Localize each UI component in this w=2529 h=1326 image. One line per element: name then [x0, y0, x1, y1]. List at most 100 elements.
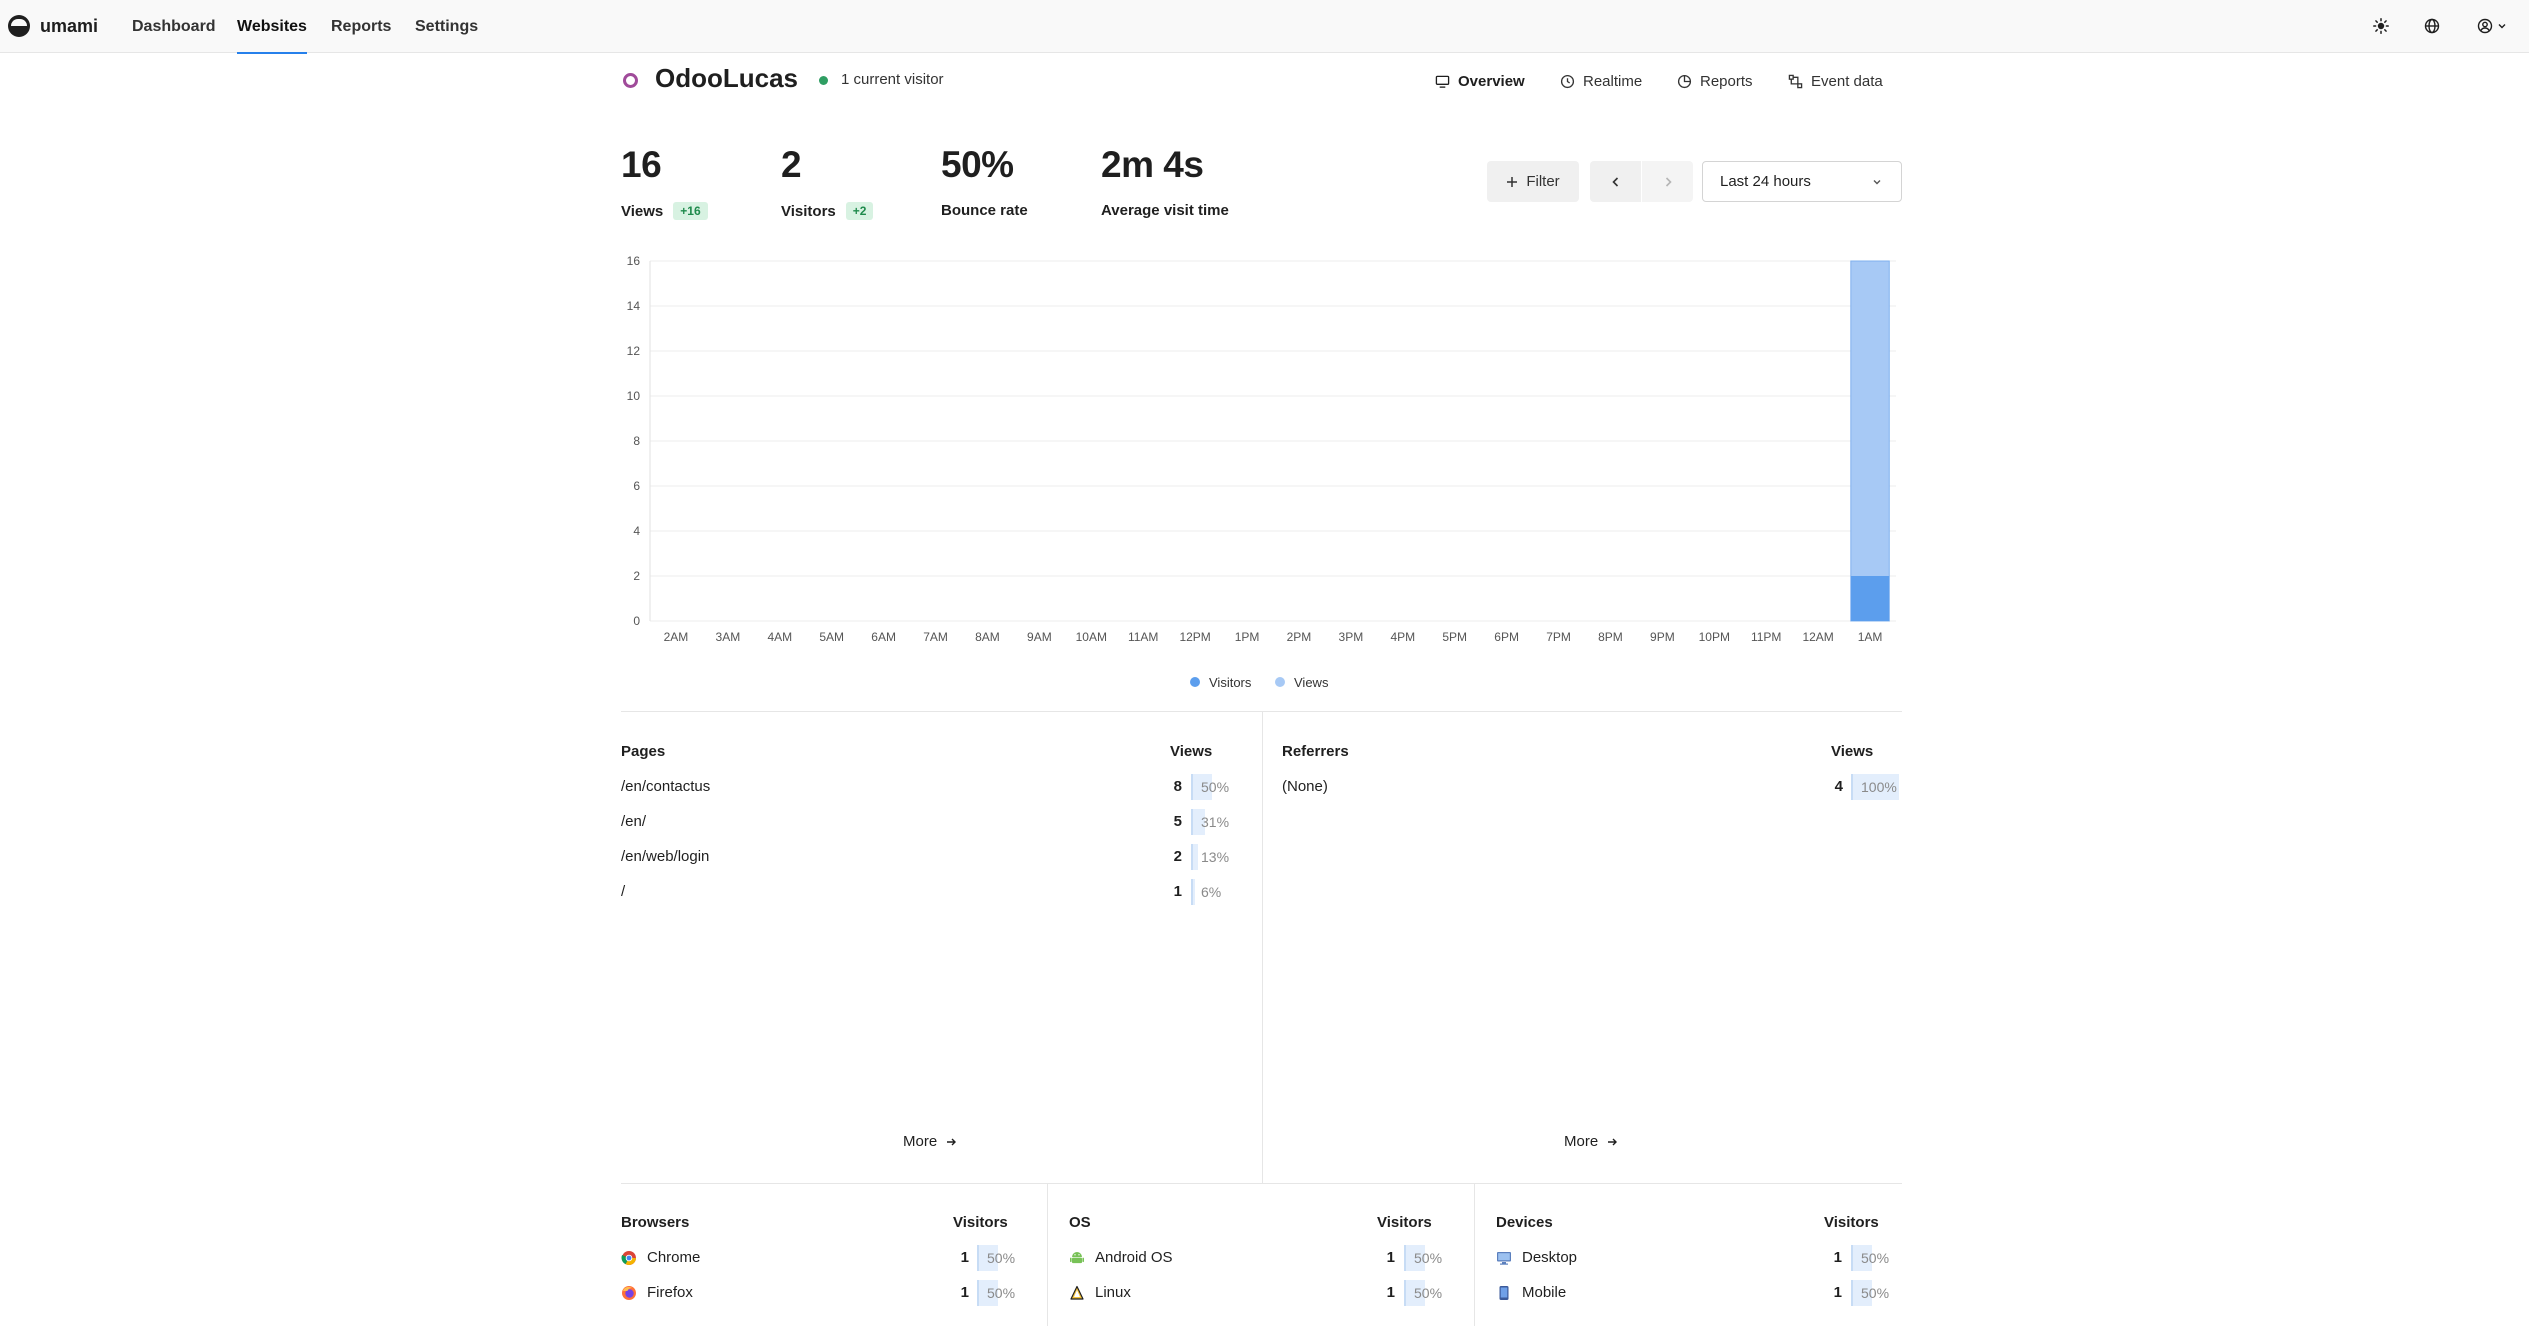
umami-logo-icon [8, 15, 30, 37]
browser-row-percent: 50% [977, 1245, 1017, 1271]
browser-row-label: Chrome [647, 1249, 701, 1266]
device-row-mobile[interactable]: Mobile [1496, 1284, 1566, 1301]
user-menu-button[interactable] [2472, 12, 2512, 40]
device-row-value: 1 [1833, 1249, 1842, 1266]
previous-period-button[interactable] [1590, 161, 1641, 202]
pages-more-label: More [903, 1133, 938, 1150]
page-row-label[interactable]: /en/ [621, 813, 646, 830]
page-row-label[interactable]: /en/contactus [621, 778, 710, 795]
nav-settings[interactable]: Settings [415, 0, 478, 53]
filter-button-label: Filter [1526, 173, 1560, 190]
os-row-label: Android OS [1095, 1249, 1173, 1266]
monitor-icon [1435, 75, 1450, 88]
device-row-desktop[interactable]: Desktop [1496, 1249, 1577, 1266]
y-tick-label: 2 [633, 569, 640, 583]
page-row-value: 2 [1173, 848, 1182, 865]
x-tick-label: 7PM [1546, 630, 1571, 644]
page-row-value: 1 [1173, 883, 1182, 900]
next-period-button[interactable] [1642, 161, 1693, 202]
os-metric-header: Visitors [1377, 1214, 1432, 1231]
browser-row-percent: 50% [977, 1280, 1017, 1306]
x-tick-label: 12AM [1802, 630, 1833, 644]
x-tick-label: 3AM [716, 630, 741, 644]
tab-overview-label: Overview [1458, 72, 1525, 90]
devices-title: Devices [1496, 1214, 1553, 1231]
nav-reports[interactable]: Reports [331, 0, 391, 53]
tab-event-data[interactable]: Event data [1788, 67, 1883, 95]
y-tick-label: 16 [627, 254, 641, 268]
os-title: OS [1069, 1214, 1091, 1231]
current-visitors[interactable]: 1 current visitor [841, 71, 944, 88]
date-range-select[interactable]: Last 24 hours [1702, 161, 1902, 202]
browser-row-label: Firefox [647, 1284, 693, 1301]
x-tick-label: 7AM [923, 630, 948, 644]
date-range-value: Last 24 hours [1720, 173, 1811, 190]
x-tick-label: 2AM [664, 630, 689, 644]
views-bar [1850, 260, 1890, 622]
page-row-label[interactable]: / [621, 883, 625, 900]
metric-visit-time: Average visit time [1101, 202, 1229, 219]
tab-overview[interactable]: Overview [1435, 67, 1525, 95]
live-indicator-icon [819, 76, 828, 85]
pages-more-button[interactable]: More [903, 1133, 957, 1150]
pages-title: Pages [621, 743, 666, 760]
metric-views: Views +16 [621, 202, 708, 220]
x-tick-label: 11PM [1751, 630, 1781, 644]
browser-row-firefox[interactable]: Firefox [621, 1284, 693, 1301]
browser-row-chrome[interactable]: Chrome [621, 1249, 700, 1266]
clock-icon [1560, 74, 1575, 88]
device-row-percent: 50% [1851, 1280, 1891, 1306]
x-tick-label: 11AM [1128, 630, 1158, 644]
filter-button[interactable]: Filter [1487, 161, 1579, 202]
website-name: OdooLucas [655, 63, 799, 93]
metric-views-change-badge: +16 [673, 202, 708, 220]
tab-realtime[interactable]: Realtime [1560, 67, 1642, 95]
android-icon [1070, 1251, 1084, 1263]
y-tick-label: 14 [627, 299, 641, 313]
pages-metric-header: Views [1170, 743, 1213, 760]
device-row-value: 1 [1833, 1284, 1842, 1301]
chevron-down-icon [2498, 24, 2506, 29]
y-tick-label: 8 [633, 434, 640, 448]
divider [1474, 1184, 1475, 1326]
arrow-right-icon [1608, 1138, 1618, 1145]
referrers-metric-header: Views [1831, 743, 1874, 760]
legend-visitors[interactable]: Visitors [1190, 672, 1251, 692]
brand[interactable]: umami [8, 11, 98, 41]
y-tick-label: 0 [633, 614, 640, 628]
referrer-row-percent: 100% [1851, 774, 1899, 800]
chevron-down-icon [1873, 180, 1881, 185]
x-tick-label: 1PM [1235, 630, 1260, 644]
website-favicon-icon [623, 73, 638, 88]
metric-views-value: 16 [621, 144, 662, 185]
chevron-left-icon [1611, 176, 1618, 187]
arrow-right-icon [947, 1138, 957, 1145]
page-row-value: 5 [1173, 813, 1182, 830]
x-tick-label: 9AM [1027, 630, 1052, 644]
nav-dashboard[interactable]: Dashboard [132, 0, 216, 53]
device-row-label: Desktop [1522, 1249, 1578, 1266]
divider [621, 1183, 1902, 1184]
os-row-value: 1 [1386, 1284, 1395, 1301]
legend-visitors-label: Visitors [1209, 674, 1252, 690]
os-row-percent: 50% [1404, 1245, 1444, 1271]
nav-websites[interactable]: Websites [237, 0, 307, 54]
legend-views-swatch [1275, 677, 1285, 687]
browsers-metric-header: Visitors [953, 1214, 1008, 1231]
page-row-label[interactable]: /en/web/login [621, 848, 709, 865]
firefox-icon [622, 1285, 636, 1300]
sun-icon[interactable] [2367, 12, 2395, 40]
tab-reports[interactable]: Reports [1677, 67, 1753, 95]
referrers-more-button[interactable]: More [1564, 1133, 1618, 1150]
os-row-android[interactable]: Android OS [1069, 1249, 1173, 1266]
os-row-linux[interactable]: Linux [1069, 1284, 1131, 1301]
pie-icon [1677, 74, 1692, 88]
globe-icon[interactable] [2418, 12, 2446, 40]
legend-views[interactable]: Views [1275, 672, 1328, 692]
divider [1047, 1184, 1048, 1326]
page-row-percent: 6% [1191, 879, 1231, 905]
metric-bounce: Bounce rate [941, 202, 1028, 219]
metric-visitors-value: 2 [781, 144, 802, 185]
referrer-row-label[interactable]: (None) [1282, 778, 1328, 795]
x-tick-label: 5AM [819, 630, 844, 644]
